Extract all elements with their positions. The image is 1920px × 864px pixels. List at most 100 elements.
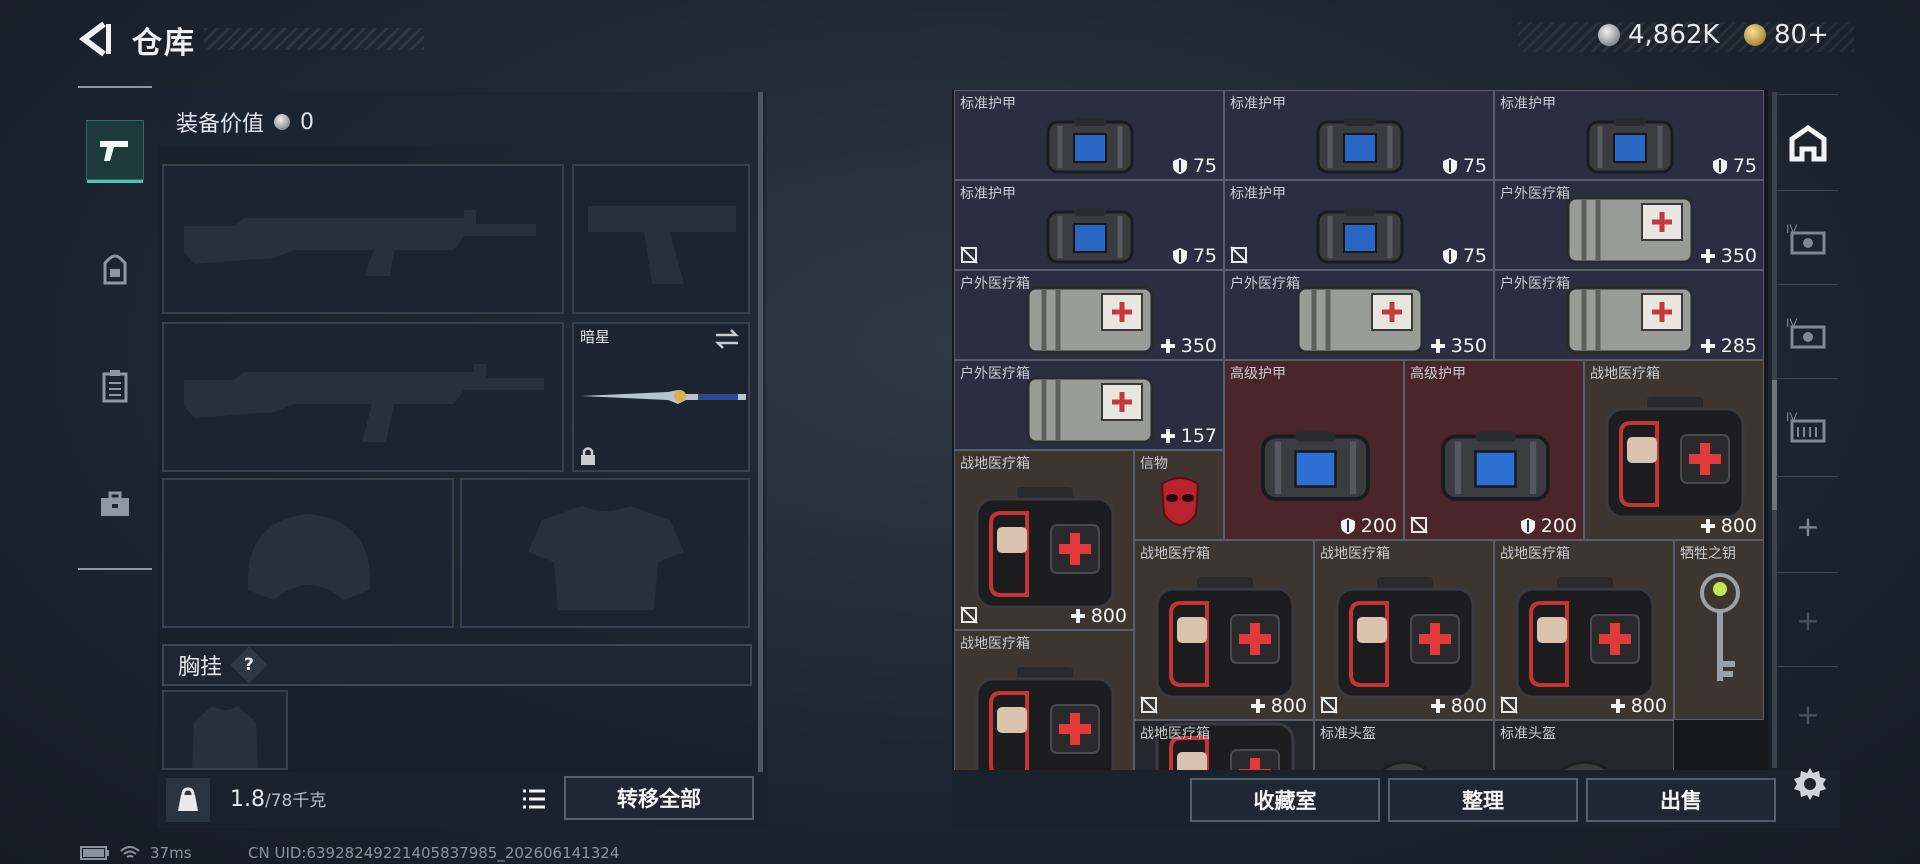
help-icon[interactable]: ? — [230, 646, 268, 684]
melee-name: 暗星 — [580, 328, 611, 346]
tab-backpack[interactable] — [86, 240, 144, 300]
stash-item[interactable]: 标准头盔 — [1494, 720, 1674, 770]
stash-item[interactable]: 标准护甲 75 — [1224, 90, 1494, 180]
collection-room-button[interactable]: 收藏室 — [1190, 778, 1380, 822]
stash-item[interactable]: 高级护甲 200 — [1224, 360, 1404, 540]
item-value-number: 200 — [1540, 515, 1577, 537]
first-aid-kit-icon — [975, 487, 1115, 609]
kettlebell-icon — [178, 787, 198, 811]
toolbox-icon — [101, 491, 129, 516]
item-value: 75 — [1712, 155, 1757, 177]
silver-currency[interactable]: 4,862K — [1598, 20, 1719, 50]
stash-item[interactable]: 户外医疗箱 350 — [1224, 270, 1494, 360]
user-uid: CN UID:639282492214058379​85_20260614132… — [248, 844, 620, 862]
clipboard-icon — [102, 370, 128, 403]
weight-icon — [166, 778, 210, 822]
rail-divider — [1776, 378, 1838, 379]
add-case-button-2[interactable]: + — [1782, 590, 1834, 650]
item-value: 285 — [1700, 335, 1757, 357]
stash-item[interactable]: 户外医疗箱 350 — [954, 270, 1224, 360]
outdoor-medkit-icon — [1026, 286, 1154, 354]
stash-item[interactable]: 标准头盔 — [1314, 720, 1494, 770]
stash-item[interactable]: 标准护甲 75 — [954, 90, 1224, 180]
equipment-value-label: 装备价值 — [176, 112, 265, 137]
add-icon: + — [1796, 509, 1820, 543]
add-case-button-1[interactable]: + — [1782, 496, 1834, 556]
status-bar: 37ms — [80, 844, 192, 862]
tab-weapons[interactable] — [86, 120, 144, 183]
stash-item[interactable]: 标准护甲 75 — [954, 180, 1224, 270]
pistol-slot[interactable] — [572, 164, 750, 314]
rail-divider — [1776, 666, 1838, 667]
stash-item[interactable]: 信物 — [1134, 450, 1224, 540]
no-resell-icon — [960, 246, 978, 264]
swap-icon[interactable] — [714, 328, 740, 350]
no-resell-icon — [1320, 696, 1338, 714]
add-icon: + — [1796, 603, 1820, 637]
item-value-number: 800 — [1090, 605, 1127, 627]
primary-weapon-slot[interactable] — [162, 164, 564, 314]
armor-icon — [1586, 118, 1674, 174]
item-name: 户外医疗箱 — [1500, 186, 1570, 202]
outdoor-medkit-icon — [1026, 376, 1154, 444]
rail-divider — [1776, 94, 1838, 95]
item-name: 标准护甲 — [1500, 96, 1556, 112]
first-aid-kit-icon — [1155, 577, 1295, 699]
armor-slot[interactable] — [460, 478, 750, 628]
stash-item[interactable]: 标准护甲 75 — [1494, 90, 1764, 180]
stash-item[interactable]: 高级护甲 200 — [1404, 360, 1584, 540]
stash-item[interactable]: 户外医疗箱 157 — [954, 360, 1224, 450]
secondary-weapon-slot[interactable] — [162, 322, 564, 472]
back-arrow-icon[interactable] — [78, 20, 112, 58]
equipment-value-amount: 0 — [300, 109, 315, 135]
case-button-2[interactable]: IV — [1782, 302, 1834, 362]
stash-item[interactable]: 户外医疗箱 285 — [1494, 270, 1764, 360]
vest-silhouette-icon — [192, 706, 258, 768]
stash-item[interactable]: 战地医疗箱 — [1134, 720, 1314, 770]
rail-divider — [78, 568, 152, 570]
carry-weight: 1.8/78千克 — [230, 786, 326, 812]
equipment-value: 装备价值 0 — [176, 106, 314, 138]
rifle-silhouette-icon — [184, 210, 536, 276]
sell-button[interactable]: 出售 — [1586, 778, 1776, 822]
heal-value-icon — [1160, 429, 1175, 443]
stash-item[interactable]: 战地医疗箱 800 — [1584, 360, 1764, 540]
case-button-1[interactable]: IV — [1782, 208, 1834, 268]
stash-item[interactable]: 战地医疗箱 800 — [1134, 540, 1314, 720]
chest-rig-slot[interactable] — [162, 690, 288, 770]
settings-button[interactable] — [1790, 764, 1830, 804]
item-value: 800 — [1610, 695, 1667, 717]
stash-item[interactable]: 战地医疗箱 800 — [1494, 540, 1674, 720]
gold-currency[interactable]: 80+ — [1744, 20, 1829, 50]
lock-icon — [581, 447, 595, 465]
transfer-all-button[interactable]: 转移全部 — [564, 776, 754, 820]
item-value: 200 — [1520, 515, 1577, 537]
add-case-button-3[interactable]: + — [1782, 684, 1834, 744]
item-name: 战地医疗箱 — [960, 456, 1030, 472]
stash-item[interactable]: 战地医疗箱 800 — [954, 450, 1134, 630]
item-value-number: 75 — [1732, 155, 1757, 177]
case-button-3[interactable]: IV — [1782, 396, 1834, 456]
stash-item[interactable]: 战地医疗箱 — [954, 630, 1134, 770]
stash-item[interactable]: 战地医疗箱 800 — [1314, 540, 1494, 720]
tab-toolbox[interactable] — [86, 474, 144, 534]
heal-value-icon — [1700, 339, 1715, 353]
list-view-button[interactable] — [516, 782, 552, 816]
item-value: 75 — [1442, 245, 1487, 267]
tab-vest[interactable] — [86, 356, 144, 416]
melee-slot[interactable]: 暗星 — [572, 322, 750, 472]
organize-button[interactable]: 整理 — [1388, 778, 1578, 822]
gear-icon — [1794, 768, 1826, 800]
helmet-silhouette-icon — [247, 514, 371, 600]
item-value-number: 800 — [1270, 695, 1307, 717]
no-resell-icon — [1230, 246, 1248, 264]
stash-item[interactable]: 标准护甲 75 — [1224, 180, 1494, 270]
item-value-number: 800 — [1630, 695, 1667, 717]
stash-scrollbar[interactable] — [1772, 380, 1777, 510]
chest-rig-header: 胸挂 ? — [162, 644, 752, 686]
loadout-scrollbar[interactable] — [758, 92, 763, 772]
helmet-slot[interactable] — [162, 478, 454, 628]
home-button[interactable] — [1782, 114, 1834, 174]
stash-item[interactable]: 牺牲之钥 — [1674, 540, 1764, 720]
stash-item[interactable]: 户外医疗箱 350 — [1494, 180, 1764, 270]
